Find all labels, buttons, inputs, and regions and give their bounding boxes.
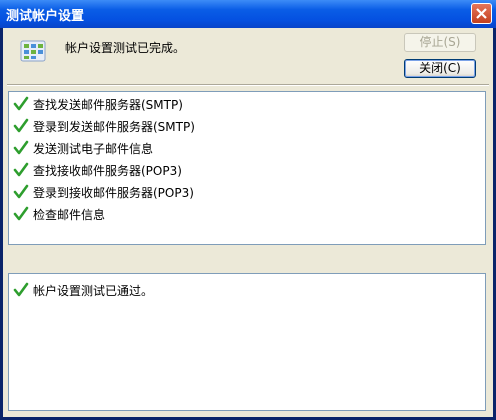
account-settings-icon [20,40,46,62]
stop-button[interactable]: 停止(S) [404,33,476,52]
check-icon [13,118,29,133]
task-label: 登录到发送邮件服务器(SMTP) [33,120,195,134]
check-icon [13,96,29,111]
task-label: 登录到接收邮件服务器(POP3) [33,186,194,200]
divider [7,84,489,86]
check-icon [13,162,29,177]
dialog-body: 帐户设置测试已完成。 停止(S) 关闭(C) 查找发送邮件服务器(SMTP) 登… [3,28,493,417]
check-icon [13,206,29,221]
list-item: 登录到接收邮件服务器(POP3) [9,181,485,201]
title-bar[interactable]: 测试帐户设置 [0,0,496,28]
window-title: 测试帐户设置 [6,9,85,24]
list-item: 帐户设置测试已通过。 [9,279,485,299]
test-account-settings-window: 测试帐户设置 帐户设置测试已完成。 停止(S) 关闭(C) 查找发送邮件服务器(… [0,0,496,420]
task-label: 发送测试电子邮件信息 [33,142,154,156]
task-label: 查找发送邮件服务器(SMTP) [33,98,183,112]
check-icon [13,184,29,199]
task-label: 检查邮件信息 [33,208,106,222]
test-status-text: 帐户设置测试已完成。 [65,41,186,55]
list-item: 查找发送邮件服务器(SMTP) [9,93,485,113]
close-icon [476,8,487,19]
close-button[interactable]: 关闭(C) [404,59,476,78]
list-item: 发送测试电子邮件信息 [9,137,485,157]
task-label: 查找接收邮件服务器(POP3) [33,164,182,178]
window-close-button[interactable] [471,3,492,24]
list-item: 查找接收邮件服务器(POP3) [9,159,485,179]
tasks-list[interactable]: 查找发送邮件服务器(SMTP) 登录到发送邮件服务器(SMTP) 发送测试电子邮… [8,91,486,245]
list-item: 检查邮件信息 [9,203,485,223]
check-icon [13,282,29,297]
result-label: 帐户设置测试已通过。 [33,284,154,298]
check-icon [13,140,29,155]
list-item: 登录到发送邮件服务器(SMTP) [9,115,485,135]
results-list[interactable]: 帐户设置测试已通过。 [8,273,486,411]
